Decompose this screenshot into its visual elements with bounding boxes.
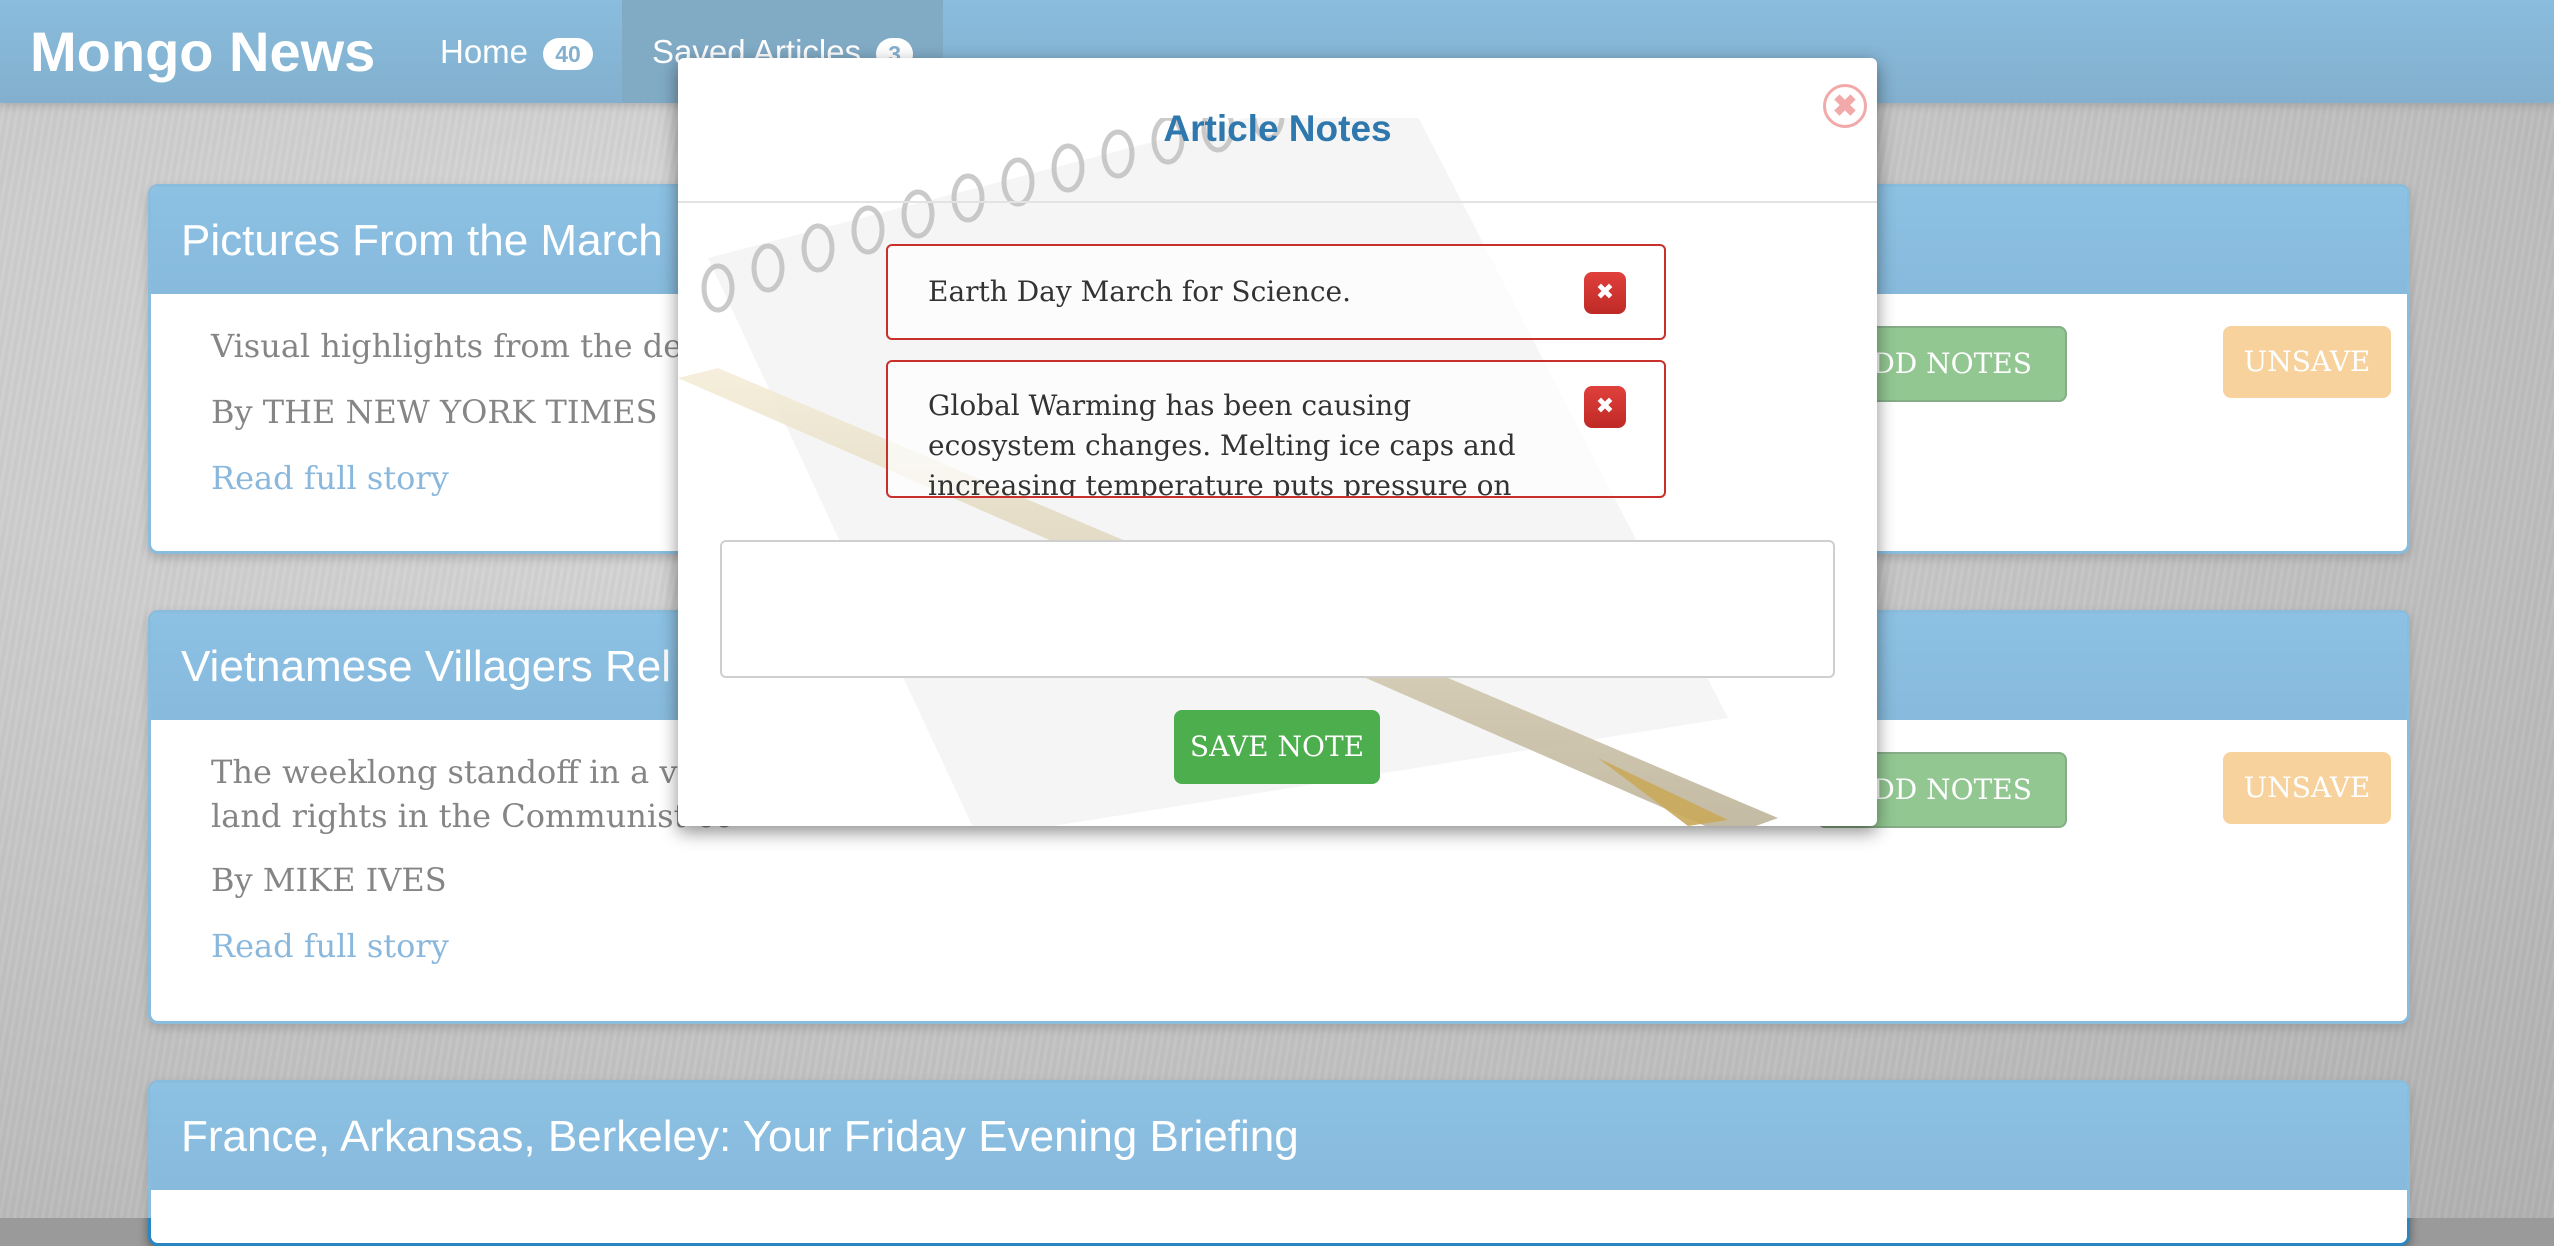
note-item: Global Warming has been causing ecosyste…: [886, 360, 1666, 498]
note-item: Earth Day March for Science. ✖: [886, 244, 1666, 340]
note-text: Global Warming has been causing ecosyste…: [928, 389, 1516, 498]
note-input[interactable]: [720, 540, 1835, 678]
delete-note-icon[interactable]: ✖: [1584, 272, 1626, 314]
modal-title: Article Notes: [1163, 108, 1392, 149]
save-note-button[interactable]: SAVE NOTE: [1174, 710, 1380, 784]
modal-divider: [678, 201, 1877, 203]
note-text: Earth Day March for Science.: [928, 275, 1352, 308]
close-icon[interactable]: ✖: [1823, 84, 1867, 128]
article-notes-modal: Article Notes ✖ Earth Day March for Scie…: [678, 58, 1877, 826]
delete-note-icon[interactable]: ✖: [1584, 386, 1626, 428]
